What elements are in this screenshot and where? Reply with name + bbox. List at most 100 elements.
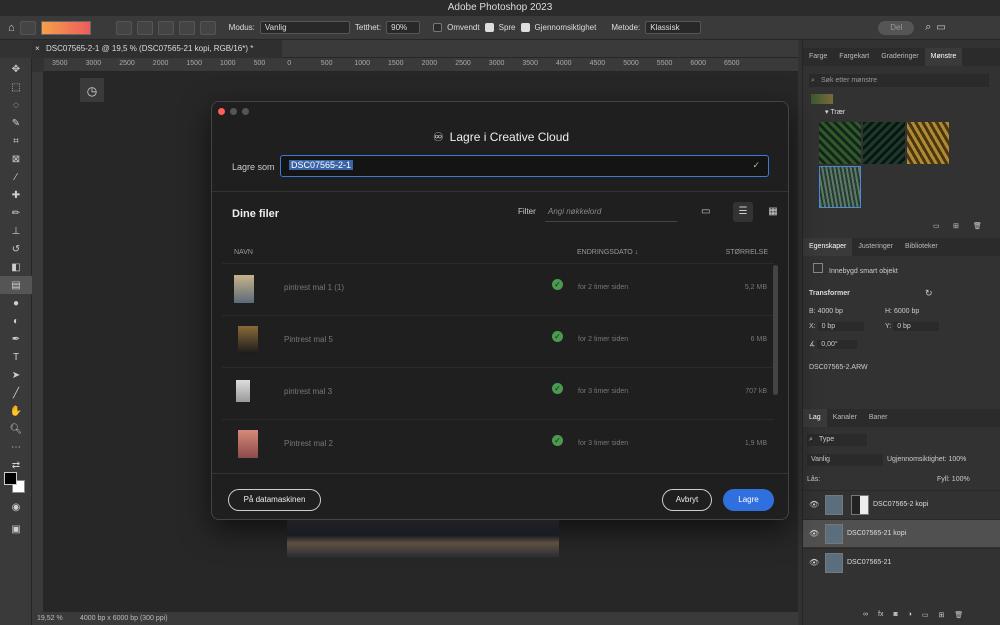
height-field[interactable]: H: 6000 bp: [885, 308, 919, 315]
move-tool-icon[interactable]: ✥: [0, 60, 32, 78]
stamp-tool-icon[interactable]: ⊥: [0, 222, 32, 240]
brush-tool-icon[interactable]: ✏: [0, 204, 32, 222]
grid-view-icon[interactable]: ▦: [763, 202, 783, 222]
angle-gradient-button[interactable]: [157, 20, 174, 35]
history-brush-icon[interactable]: ↺: [0, 240, 32, 258]
reverse-checkbox[interactable]: [433, 23, 443, 32]
pattern-search[interactable]: ⌕ Søk etter mønstre: [809, 74, 989, 87]
list-view-icon[interactable]: ☰: [733, 202, 753, 222]
more-tools-icon[interactable]: ⋯: [0, 438, 32, 456]
mode-select[interactable]: Vanlig: [259, 21, 350, 34]
foreground-color-swatch[interactable]: [4, 472, 17, 485]
eraser-tool-icon[interactable]: ◧: [0, 258, 32, 276]
search-icon[interactable]: ⌕: [925, 21, 931, 34]
tab-libraries[interactable]: Biblioteker: [899, 238, 944, 256]
pattern-thumb-2[interactable]: [863, 122, 905, 164]
diamond-gradient-button[interactable]: [199, 20, 216, 35]
tab-channels[interactable]: Kanaler: [827, 409, 863, 427]
tab-patterns[interactable]: Mønstre: [924, 48, 963, 66]
document-tab[interactable]: × DSC07565-2-1 @ 19,5 % (DSC07565-21 kop…: [32, 40, 282, 58]
width-field[interactable]: B: 4000 bp: [809, 308, 843, 315]
mask-icon[interactable]: ◙: [893, 611, 897, 619]
save-button[interactable]: Lagre: [723, 489, 774, 511]
layer-row[interactable]: 👁︎ DSC07565-21 kopi: [803, 519, 1000, 547]
file-row[interactable]: pintrest mal 3 ✓ for 3 timer siden 707 k…: [222, 367, 774, 419]
gradient-tool-icon[interactable]: ▤: [0, 276, 32, 294]
marquee-tool-icon[interactable]: ⬚: [0, 78, 32, 96]
pattern-group-label[interactable]: ▾ Trær: [825, 108, 845, 116]
zoom-tool-icon[interactable]: 🔍︎: [0, 420, 32, 438]
fill-field[interactable]: Fyll: 100%: [937, 476, 970, 483]
reset-transform-icon[interactable]: ↻: [925, 288, 933, 299]
tab-layers[interactable]: Lag: [803, 409, 827, 427]
history-panel-icon[interactable]: ◷: [79, 77, 105, 103]
tab-gradients[interactable]: Graderinger: [875, 48, 924, 66]
path-select-tool-icon[interactable]: ➤: [0, 366, 32, 384]
file-row[interactable]: Pintrest mal 5 ✓ for 2 timer siden 6 MB: [222, 315, 774, 367]
blur-tool-icon[interactable]: ●: [0, 294, 32, 312]
lasso-tool-icon[interactable]: ◌: [0, 96, 32, 114]
crop-tool-icon[interactable]: ⌗: [0, 132, 32, 150]
column-name[interactable]: NAVN: [234, 249, 253, 256]
minimize-window-button[interactable]: [230, 108, 237, 115]
file-row[interactable]: pintrest mal 1 (1) ✓ for 2 timer siden 5…: [222, 263, 774, 315]
method-select[interactable]: Klassisk: [645, 21, 702, 34]
filter-input[interactable]: Angi nøkkelord: [545, 204, 677, 222]
eyedropper-tool-icon[interactable]: ⁄: [0, 168, 32, 186]
column-date[interactable]: ENDRINGSDATO ↓: [577, 249, 638, 256]
frame-tool-icon[interactable]: ⊠: [0, 150, 32, 168]
new-folder-icon[interactable]: ▭: [701, 206, 710, 217]
pattern-thumb-1[interactable]: [819, 122, 861, 164]
angle-field[interactable]: ∡ 0,00°: [809, 340, 858, 349]
hand-tool-icon[interactable]: ✋: [0, 402, 32, 420]
tab-swatches[interactable]: Fargekart: [833, 48, 875, 66]
dodge-tool-icon[interactable]: ◐: [0, 312, 32, 330]
transparency-checkbox[interactable]: [520, 23, 530, 32]
eye-icon[interactable]: 👁︎: [809, 500, 819, 509]
delete-pattern-icon[interactable]: 🗑︎: [973, 222, 982, 230]
tab-color[interactable]: Farge: [803, 48, 833, 66]
file-list-scrollbar[interactable]: [773, 265, 778, 395]
y-field[interactable]: Y: 0 bp: [885, 322, 940, 331]
blend-mode-select[interactable]: Vanlig: [807, 454, 883, 466]
gradient-preview[interactable]: [40, 20, 91, 35]
pattern-thumb-3[interactable]: [907, 122, 949, 164]
quick-mask-icon[interactable]: ◉: [0, 498, 32, 516]
workspace-icon[interactable]: ▭: [936, 22, 945, 33]
type-tool-icon[interactable]: T: [0, 348, 32, 366]
file-row[interactable]: Pintrest mal 2 ✓ for 3 timer siden 1,9 M…: [222, 419, 774, 471]
new-group-icon[interactable]: ▭: [933, 222, 940, 230]
folder-icon[interactable]: ▭: [922, 611, 929, 619]
reflected-gradient-button[interactable]: [178, 20, 195, 35]
zoom-level[interactable]: 19,52 %: [37, 612, 63, 625]
layer-row[interactable]: 👁︎ DSC07565-2 kopi: [803, 490, 1000, 518]
new-layer-icon[interactable]: ⊞: [939, 611, 945, 619]
layer-row[interactable]: 👁︎ DSC07565-21: [803, 548, 1000, 576]
brush-preset-button[interactable]: [19, 20, 36, 35]
tab-adjustments[interactable]: Justeringer: [852, 238, 899, 256]
add-pattern-icon[interactable]: ⊞: [953, 222, 959, 230]
on-computer-button[interactable]: På datamaskinen: [228, 489, 321, 511]
linear-gradient-button[interactable]: [115, 20, 132, 35]
tab-paths[interactable]: Baner: [863, 409, 894, 427]
line-tool-icon[interactable]: ╱: [0, 384, 32, 402]
close-icon[interactable]: ×: [35, 40, 40, 58]
link-icon[interactable]: ∞: [863, 611, 868, 619]
spread-checkbox[interactable]: [484, 23, 494, 32]
eye-icon[interactable]: 👁︎: [809, 558, 819, 567]
zoom-window-button[interactable]: [242, 108, 249, 115]
cancel-button[interactable]: Avbryt: [662, 489, 712, 511]
layer-kind-filter[interactable]: ⌕ Type: [807, 434, 867, 446]
trash-icon[interactable]: 🗑︎: [954, 611, 963, 619]
screen-mode-icon[interactable]: ▣: [0, 520, 32, 538]
tab-properties[interactable]: Egenskaper: [803, 238, 853, 256]
pen-tool-icon[interactable]: ✒: [0, 330, 32, 348]
healing-tool-icon[interactable]: ✚: [0, 186, 32, 204]
save-as-input[interactable]: DSC07565-2-1 ✓: [280, 155, 769, 177]
adjustment-icon[interactable]: ◑: [908, 611, 912, 619]
pattern-thumb-4[interactable]: [819, 166, 861, 208]
home-icon[interactable]: ⌂: [8, 22, 15, 34]
column-size[interactable]: STØRRELSE: [706, 249, 768, 256]
radial-gradient-button[interactable]: [136, 20, 153, 35]
recent-pattern-swatches[interactable]: [811, 94, 833, 104]
